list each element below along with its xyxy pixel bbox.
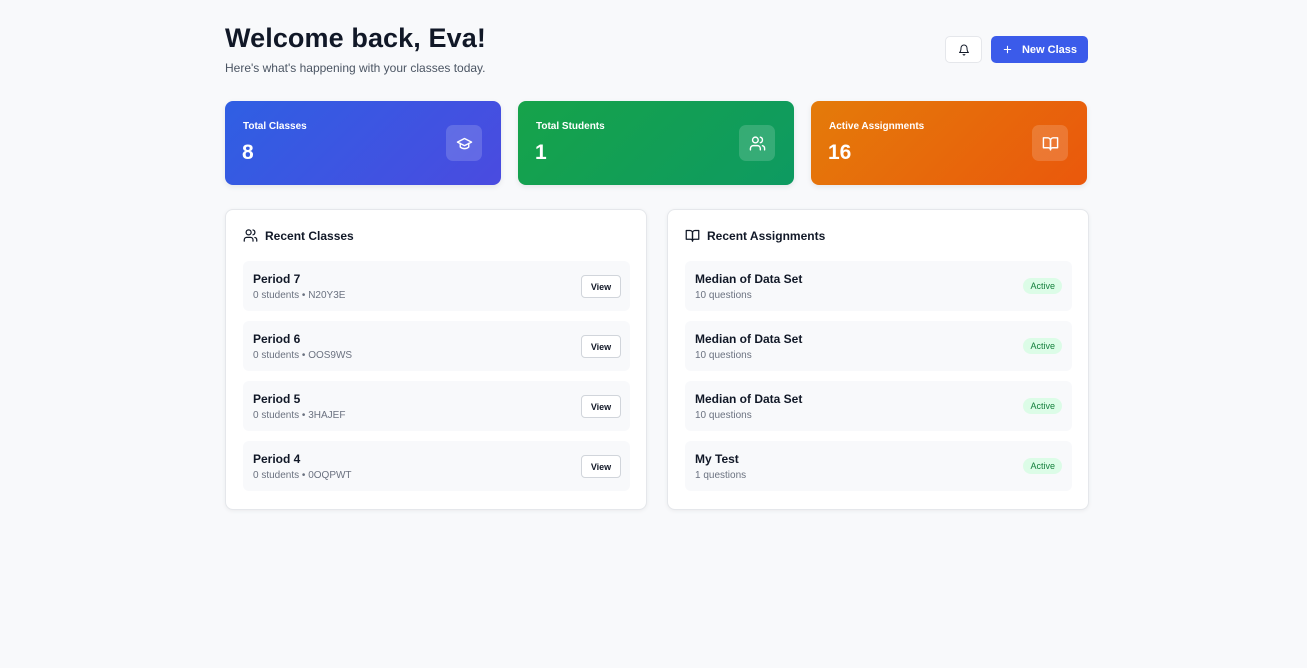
assignment-row[interactable]: My Test 1 questions Active: [685, 441, 1072, 491]
class-row: Period 6 0 students • OOS9WS View: [243, 321, 630, 371]
stat-label: Total Students: [536, 121, 605, 132]
class-details: 0 students • 0OQPWT: [253, 470, 352, 481]
page-title: Welcome back, Eva!: [225, 23, 486, 53]
view-class-button[interactable]: View: [581, 455, 621, 478]
class-details: 0 students • OOS9WS: [253, 350, 353, 361]
assignment-row[interactable]: Median of Data Set 10 questions Active: [685, 381, 1072, 431]
page-subtitle: Here's what's happening with your classe…: [225, 61, 486, 75]
users-icon: [739, 125, 775, 161]
class-name: Period 7: [253, 272, 301, 286]
status-badge: Active: [1023, 278, 1062, 294]
users-icon: [243, 229, 258, 242]
assignment-details: 10 questions: [695, 290, 752, 301]
panels-row: Recent Classes Period 7 0 students • N20…: [225, 209, 1089, 510]
status-badge: Active: [1023, 398, 1062, 414]
dashboard-page: Welcome back, Eva! Here's what's happeni…: [225, 0, 1089, 510]
stat-value: 1: [535, 141, 547, 164]
assignment-name: Median of Data Set: [695, 332, 803, 346]
notifications-button[interactable]: [945, 36, 982, 63]
assignment-name: Median of Data Set: [695, 272, 803, 286]
new-class-button[interactable]: New Class: [991, 36, 1088, 63]
assignment-row[interactable]: Median of Data Set 10 questions Active: [685, 261, 1072, 311]
class-list: Period 7 0 students • N20Y3E View Period…: [243, 261, 630, 491]
assignment-list: Median of Data Set 10 questions Active M…: [685, 261, 1072, 491]
view-class-button[interactable]: View: [581, 275, 621, 298]
panel-title: Recent Assignments: [707, 228, 826, 243]
class-row: Period 7 0 students • N20Y3E View: [243, 261, 630, 311]
status-badge: Active: [1023, 458, 1062, 474]
view-class-button[interactable]: View: [581, 335, 621, 358]
stat-card-total-students: Total Students 1: [518, 101, 794, 185]
panel-title: Recent Classes: [265, 228, 354, 243]
class-details: 0 students • 3HAJEF: [253, 410, 346, 421]
stat-card-total-classes: Total Classes 8: [225, 101, 501, 185]
assignment-name: My Test: [695, 452, 739, 466]
panel-header: Recent Classes: [243, 228, 354, 243]
stat-value: 16: [828, 141, 852, 164]
assignment-details: 10 questions: [695, 410, 752, 421]
class-name: Period 4: [253, 452, 301, 466]
view-class-button[interactable]: View: [581, 395, 621, 418]
recent-classes-panel: Recent Classes Period 7 0 students • N20…: [225, 209, 647, 510]
new-class-label: New Class: [1021, 43, 1078, 56]
stats-row: Total Classes 8 Total Students 1 Active …: [225, 101, 1087, 185]
book-open-icon: [685, 229, 700, 242]
graduation-cap-icon: [446, 125, 482, 161]
assignment-details: 10 questions: [695, 350, 752, 361]
class-details: 0 students • N20Y3E: [253, 290, 346, 301]
stat-card-active-assignments: Active Assignments 16: [811, 101, 1087, 185]
class-name: Period 6: [253, 332, 301, 346]
class-row: Period 5 0 students • 3HAJEF View: [243, 381, 630, 431]
stat-label: Total Classes: [243, 121, 307, 132]
assignment-details: 1 questions: [695, 470, 747, 481]
book-open-icon: [1032, 125, 1068, 161]
plus-icon: [1003, 45, 1012, 54]
status-badge: Active: [1023, 338, 1062, 354]
stat-value: 8: [242, 141, 254, 164]
bell-icon: [958, 44, 969, 55]
assignment-row[interactable]: Median of Data Set 10 questions Active: [685, 321, 1072, 371]
recent-assignments-panel: Recent Assignments Median of Data Set 10…: [667, 209, 1089, 510]
assignment-name: Median of Data Set: [695, 392, 803, 406]
panel-header: Recent Assignments: [685, 228, 825, 243]
class-name: Period 5: [253, 392, 301, 406]
header-actions: New Class: [945, 36, 1088, 63]
stat-label: Active Assignments: [829, 121, 925, 132]
page-header: Welcome back, Eva! Here's what's happeni…: [225, 0, 1088, 100]
class-row: Period 4 0 students • 0OQPWT View: [243, 441, 630, 491]
